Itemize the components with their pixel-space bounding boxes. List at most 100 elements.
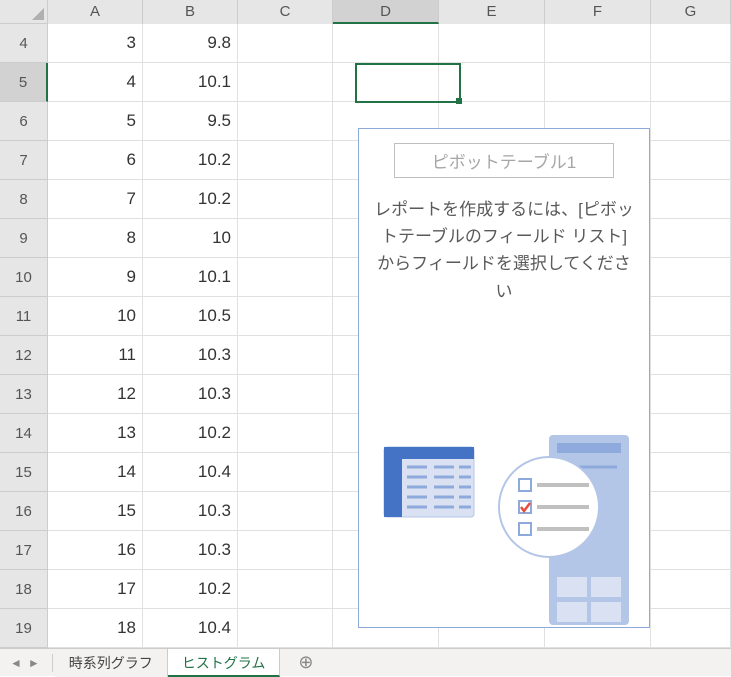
cell[interactable]: 7 xyxy=(48,180,143,219)
cell[interactable] xyxy=(651,180,731,219)
col-header-G[interactable]: G xyxy=(651,0,731,24)
cell[interactable]: 10.4 xyxy=(143,453,238,492)
cell[interactable] xyxy=(651,453,731,492)
cell[interactable] xyxy=(651,63,731,102)
cell[interactable]: 10.1 xyxy=(143,258,238,297)
row-header[interactable]: 14 xyxy=(0,414,48,453)
add-sheet-button[interactable]: ⊕ xyxy=(298,652,313,673)
cell[interactable] xyxy=(651,24,731,63)
cell[interactable]: 10.3 xyxy=(143,375,238,414)
cell[interactable] xyxy=(238,609,333,648)
row-header[interactable]: 12 xyxy=(0,336,48,375)
cell[interactable]: 13 xyxy=(48,414,143,453)
cell[interactable] xyxy=(651,609,731,648)
row-header[interactable]: 18 xyxy=(0,570,48,609)
row-header[interactable]: 6 xyxy=(0,102,48,141)
cell[interactable]: 10.5 xyxy=(143,297,238,336)
cell[interactable]: 10.2 xyxy=(143,180,238,219)
cell[interactable] xyxy=(238,297,333,336)
cell[interactable]: 11 xyxy=(48,336,143,375)
cell[interactable]: 16 xyxy=(48,531,143,570)
col-header-F[interactable]: F xyxy=(545,0,651,24)
cell[interactable]: 10.2 xyxy=(143,570,238,609)
cell[interactable]: 8 xyxy=(48,219,143,258)
row-header[interactable]: 7 xyxy=(0,141,48,180)
cell[interactable]: 10 xyxy=(48,297,143,336)
select-all-corner[interactable] xyxy=(0,0,48,24)
cell[interactable]: 9 xyxy=(48,258,143,297)
cell[interactable]: 15 xyxy=(48,492,143,531)
cell[interactable]: 10.1 xyxy=(143,63,238,102)
cell[interactable] xyxy=(238,336,333,375)
cell[interactable]: 4 xyxy=(48,63,143,102)
cell[interactable]: 10.4 xyxy=(143,609,238,648)
cell[interactable]: 14 xyxy=(48,453,143,492)
cell[interactable]: 10.3 xyxy=(143,492,238,531)
sheet-tab-0[interactable]: 時系列グラフ xyxy=(55,649,168,677)
cell[interactable] xyxy=(238,219,333,258)
cell[interactable] xyxy=(545,24,651,63)
cell[interactable] xyxy=(238,531,333,570)
cell[interactable]: 10 xyxy=(143,219,238,258)
row-header[interactable]: 19 xyxy=(0,609,48,648)
sheet-tab-1[interactable]: ヒストグラム xyxy=(168,649,281,677)
col-header-D[interactable]: D xyxy=(333,0,439,24)
cell[interactable] xyxy=(651,336,731,375)
cell[interactable]: 17 xyxy=(48,570,143,609)
cell[interactable] xyxy=(238,102,333,141)
cell[interactable] xyxy=(651,219,731,258)
tab-prev-icon[interactable]: ◄ xyxy=(10,656,22,670)
cell[interactable] xyxy=(333,63,439,102)
cell[interactable] xyxy=(439,63,545,102)
cell[interactable]: 18 xyxy=(48,609,143,648)
cell[interactable] xyxy=(439,24,545,63)
cell[interactable] xyxy=(238,63,333,102)
cell[interactable]: 5 xyxy=(48,102,143,141)
cell[interactable]: 3 xyxy=(48,24,143,63)
tab-nav[interactable]: ◄ ► xyxy=(0,656,50,670)
cell[interactable] xyxy=(651,102,731,141)
cell[interactable] xyxy=(238,414,333,453)
cell[interactable] xyxy=(545,63,651,102)
cell[interactable]: 12 xyxy=(48,375,143,414)
row-header[interactable]: 13 xyxy=(0,375,48,414)
row-header[interactable]: 10 xyxy=(0,258,48,297)
tab-next-icon[interactable]: ► xyxy=(28,656,40,670)
cell[interactable] xyxy=(238,141,333,180)
cell[interactable] xyxy=(651,258,731,297)
cell[interactable] xyxy=(651,297,731,336)
cell[interactable] xyxy=(651,375,731,414)
cell[interactable] xyxy=(238,570,333,609)
cell[interactable]: 9.5 xyxy=(143,102,238,141)
row-header[interactable]: 17 xyxy=(0,531,48,570)
cell[interactable] xyxy=(651,531,731,570)
cell[interactable] xyxy=(651,414,731,453)
cell[interactable] xyxy=(238,492,333,531)
row-header[interactable]: 4 xyxy=(0,24,48,63)
cell[interactable] xyxy=(238,180,333,219)
row-header[interactable]: 5 xyxy=(0,63,48,102)
row-header[interactable]: 9 xyxy=(0,219,48,258)
cell[interactable] xyxy=(238,24,333,63)
cell[interactable]: 10.3 xyxy=(143,531,238,570)
cell[interactable]: 9.8 xyxy=(143,24,238,63)
cell[interactable]: 6 xyxy=(48,141,143,180)
cell[interactable] xyxy=(651,141,731,180)
cell[interactable] xyxy=(651,570,731,609)
col-header-A[interactable]: A xyxy=(48,0,143,24)
col-header-B[interactable]: B xyxy=(143,0,238,24)
cell[interactable] xyxy=(238,258,333,297)
cell[interactable] xyxy=(238,453,333,492)
cell[interactable]: 10.3 xyxy=(143,336,238,375)
row-header[interactable]: 15 xyxy=(0,453,48,492)
col-header-C[interactable]: C xyxy=(238,0,333,24)
cell[interactable]: 10.2 xyxy=(143,414,238,453)
row-header[interactable]: 11 xyxy=(0,297,48,336)
cell[interactable] xyxy=(238,375,333,414)
cell[interactable] xyxy=(333,24,439,63)
col-header-E[interactable]: E xyxy=(439,0,545,24)
cell[interactable]: 10.2 xyxy=(143,141,238,180)
row-header[interactable]: 8 xyxy=(0,180,48,219)
pivot-table-placeholder[interactable]: ピボットテーブル1 レポートを作成するには、[ピボットテーブルのフィールド リス… xyxy=(358,128,650,628)
cell[interactable] xyxy=(651,492,731,531)
